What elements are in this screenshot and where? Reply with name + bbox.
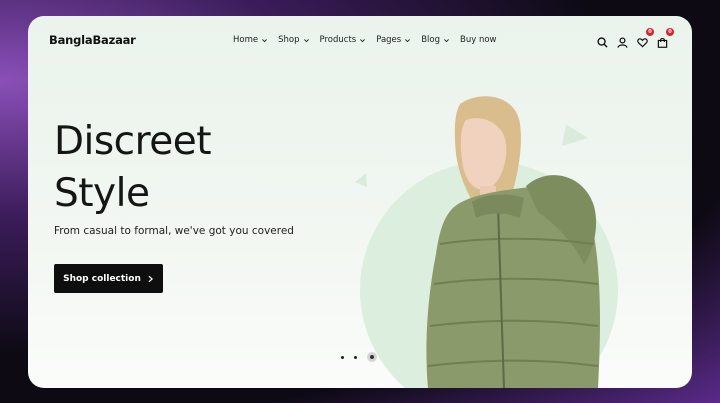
slide-dot-1[interactable] [341, 355, 344, 359]
bag-icon [657, 37, 668, 48]
nav-item-blog[interactable]: Blog [421, 35, 450, 45]
nav-item-home[interactable]: Home [233, 35, 268, 45]
hero-model-image [426, 96, 600, 388]
chevron-down-icon [405, 38, 411, 42]
nav-item-label: Home [233, 35, 259, 45]
header: BanglaBazaar Home Shop Products Pages Bl… [28, 16, 692, 64]
nav-item-label: Shop [278, 35, 300, 45]
chevron-down-icon [444, 38, 449, 42]
nav-item-pages[interactable]: Pages [376, 35, 411, 45]
nav-item-label: Products [319, 35, 357, 45]
nav-item-buy-now[interactable]: Buy now [460, 35, 497, 45]
shop-collection-label: Shop collection [63, 273, 141, 284]
cart-button[interactable]: 0 [657, 28, 674, 48]
shop-collection-button[interactable]: Shop collection [54, 264, 163, 293]
nav-item-label: Pages [376, 35, 402, 45]
chevron-down-icon [303, 38, 309, 42]
decorative-triangle-small [355, 173, 367, 187]
chevron-down-icon [360, 38, 366, 42]
wishlist-count-badge: 0 [646, 28, 654, 36]
user-icon [617, 37, 628, 48]
chevron-right-icon [148, 275, 153, 282]
search-icon [597, 37, 608, 48]
slide-dot-3-active[interactable] [367, 352, 377, 362]
header-actions: 0 0 [597, 28, 674, 48]
hero-headline: Discreet Style [54, 116, 212, 220]
hero-headline-line1: Discreet [54, 119, 212, 164]
browser-page: BanglaBazaar Home Shop Products Pages Bl… [28, 16, 692, 388]
heart-icon [637, 38, 648, 48]
chevron-down-icon [262, 38, 268, 42]
wishlist-button[interactable]: 0 [637, 28, 654, 48]
nav-item-shop[interactable]: Shop [278, 35, 309, 45]
slide-dot-2[interactable] [354, 355, 357, 359]
brand-logo[interactable]: BanglaBazaar [49, 33, 136, 47]
main-menu: Home Shop Products Pages Blog Buy now [233, 35, 497, 45]
hero-subtitle: From casual to formal, we've got you cov… [54, 225, 294, 237]
account-button[interactable] [617, 33, 628, 48]
search-button[interactable] [597, 33, 608, 48]
nav-item-label: Blog [421, 35, 441, 45]
nav-item-products[interactable]: Products [320, 35, 367, 45]
hero-headline-line2: Style [54, 171, 150, 216]
slider-pagination [341, 352, 377, 362]
nav-item-label: Buy now [460, 35, 497, 45]
cart-count-badge: 0 [666, 28, 674, 36]
